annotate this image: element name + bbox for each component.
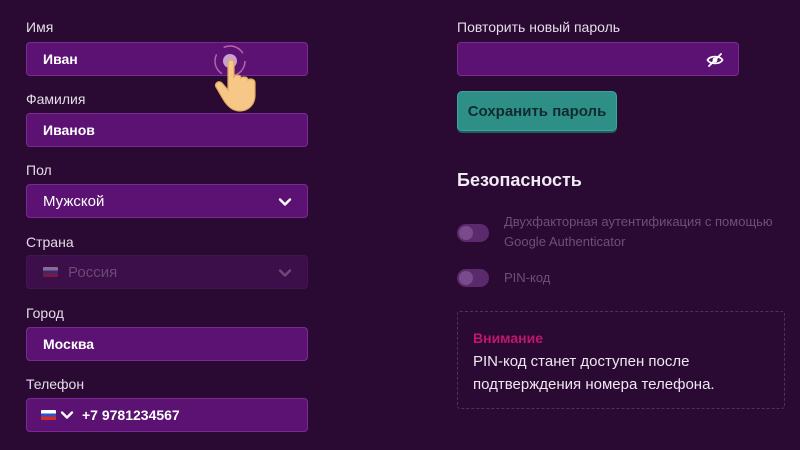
gender-select[interactable]: Мужской — [26, 184, 308, 218]
warning-text: PIN-код станет доступен после подтвержде… — [473, 353, 715, 393]
pin-code-label: PIN-код — [504, 270, 551, 285]
first-name-value: Иван — [43, 51, 78, 67]
pin-code-toggle[interactable] — [457, 269, 489, 287]
country-value: Россия — [68, 263, 118, 281]
two-factor-toggle[interactable] — [457, 224, 489, 242]
phone-field[interactable]: +7 9781234567 — [26, 398, 308, 432]
two-factor-label: Двухфакторная аутентификация с помощью G… — [504, 214, 773, 249]
first-name-label: Имя — [26, 19, 54, 35]
repeat-password-input[interactable] — [457, 42, 739, 76]
country-select[interactable]: Россия — [26, 255, 308, 289]
toggle-knob — [459, 271, 473, 285]
pointer-hand-icon — [214, 45, 256, 112]
save-password-button[interactable]: Сохранить пароль — [457, 91, 617, 131]
phone-label: Телефон — [26, 376, 85, 392]
gender-label: Пол — [26, 162, 52, 178]
flag-ru-icon — [43, 267, 58, 277]
chevron-down-icon[interactable] — [60, 409, 74, 421]
last-name-label: Фамилия — [26, 91, 86, 107]
last-name-field[interactable]: Иванов — [26, 113, 308, 147]
gender-value: Мужской — [43, 192, 105, 210]
city-field[interactable]: Москва — [26, 327, 308, 361]
toggle-knob — [459, 226, 473, 240]
city-label: Город — [26, 305, 64, 321]
city-value: Москва — [43, 336, 95, 352]
chevron-down-icon — [278, 198, 292, 206]
repeat-password-label: Повторить новый пароль — [457, 19, 621, 35]
flag-ru-icon — [41, 410, 56, 420]
country-label: Страна — [26, 234, 74, 250]
pin-warning-box: Внимание PIN-код станет доступен после п… — [457, 311, 785, 409]
last-name-value: Иванов — [43, 122, 95, 138]
security-title: Безопасность — [457, 170, 582, 190]
warning-title: Внимание — [473, 330, 543, 346]
phone-value: +7 9781234567 — [82, 407, 180, 423]
chevron-down-icon — [278, 269, 292, 277]
eye-off-icon[interactable] — [706, 53, 724, 67]
